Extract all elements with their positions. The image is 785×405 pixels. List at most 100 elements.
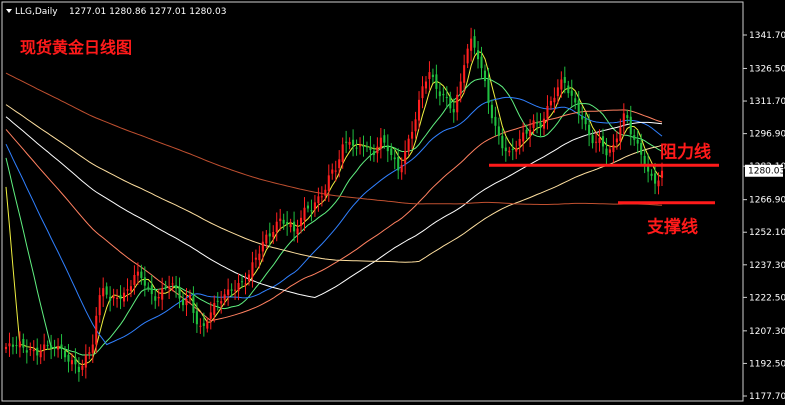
y-tick-label: 1177.70 — [749, 392, 785, 402]
candle-body — [293, 221, 296, 232]
candle-body — [81, 365, 84, 370]
candle-body — [567, 85, 570, 94]
candle-body — [372, 151, 375, 156]
candle-body — [279, 218, 282, 222]
candle-body — [626, 115, 629, 119]
candle-body — [619, 127, 622, 141]
candle-body — [50, 345, 53, 349]
candle-body — [265, 234, 268, 244]
candle-body — [84, 355, 87, 368]
candle-body — [209, 312, 212, 319]
candle-body — [636, 139, 639, 144]
candle-body — [640, 142, 643, 155]
candle-body — [515, 148, 518, 152]
candle-body — [553, 97, 556, 103]
candle-body — [473, 36, 476, 48]
candle-body — [258, 253, 261, 261]
candle-body — [522, 132, 525, 142]
candle-body — [435, 74, 438, 89]
candle-body — [449, 96, 452, 109]
candle-body — [612, 144, 615, 153]
resistance-label: 阻力线 — [660, 141, 711, 162]
y-tick-label: 1237.30 — [749, 261, 785, 271]
candle-body — [438, 91, 441, 97]
y-tick-label: 1296.90 — [749, 130, 785, 140]
candle-body — [549, 101, 552, 106]
candle-body — [376, 146, 379, 154]
candle-body — [428, 72, 431, 80]
candle-body — [126, 289, 129, 291]
candle-body — [615, 138, 618, 143]
candle-body — [29, 348, 32, 350]
candle-body — [560, 79, 563, 90]
candle-body — [334, 170, 337, 172]
y-tick-label: 1252.10 — [749, 228, 785, 238]
y-tick-label: 1222.50 — [749, 293, 785, 303]
candle-body — [605, 148, 608, 156]
candle-body — [483, 70, 487, 82]
candle-body — [414, 119, 417, 132]
candle-body — [206, 321, 209, 329]
candle-body — [365, 146, 369, 148]
candle-body — [77, 366, 80, 373]
candle-body — [654, 173, 657, 184]
candle-body — [608, 149, 611, 153]
candle-body — [202, 323, 205, 326]
candle-body — [383, 135, 386, 143]
current-price-tag: 1280.03 — [745, 164, 785, 177]
candle-body — [629, 116, 632, 135]
candle-body — [542, 118, 546, 129]
candle-body — [490, 104, 493, 119]
price-chart[interactable]: 1341.701326.501311.701296.901282.101266.… — [0, 0, 785, 405]
candle-body — [289, 224, 292, 228]
candle-body — [161, 288, 164, 300]
candle-body — [306, 205, 310, 209]
candle-body — [227, 289, 230, 295]
candle-body — [272, 231, 275, 238]
candle-body — [116, 297, 119, 299]
candle-body — [22, 338, 25, 348]
candle-body — [313, 202, 316, 210]
candle-body — [53, 347, 56, 349]
candle-body — [46, 345, 49, 347]
candle-body — [150, 285, 153, 295]
y-tick-label: 1266.90 — [749, 196, 785, 206]
candle-body — [286, 222, 289, 225]
candle-body — [404, 151, 407, 164]
candle-body — [421, 86, 424, 99]
candle-body — [25, 350, 28, 353]
candle-body — [119, 295, 122, 299]
candle-body — [532, 120, 535, 128]
candle-body — [556, 87, 559, 97]
candle-body — [324, 189, 327, 196]
candle-body — [445, 97, 448, 99]
candle-body — [220, 301, 223, 304]
candle-body — [39, 351, 42, 358]
support-label: 支撑线 — [647, 217, 698, 238]
candle-body — [358, 145, 362, 147]
candle-body — [480, 56, 483, 69]
symbol-label: LLG,Daily — [15, 7, 58, 17]
chart-title: 现货黄金日线图 — [20, 38, 132, 57]
ohlc-readout: 1277.01 1280.86 1277.01 1280.03 — [69, 7, 226, 17]
y-tick-label: 1326.50 — [749, 64, 785, 74]
candle-body — [595, 141, 598, 143]
candle-body — [577, 100, 580, 115]
candle-body — [424, 81, 428, 89]
candle-body — [199, 325, 202, 327]
candle-body — [352, 139, 355, 146]
candle-body — [63, 350, 67, 358]
candle-body — [188, 295, 191, 299]
candle-body — [341, 144, 344, 162]
candle-body — [452, 109, 455, 113]
candle-body — [390, 148, 393, 155]
candle-body — [213, 303, 216, 315]
candle-body — [247, 274, 251, 281]
candle-body — [74, 357, 77, 365]
candle-body — [598, 137, 601, 143]
candle-body — [67, 354, 70, 362]
candle-body — [477, 50, 480, 60]
candle-body — [501, 135, 504, 149]
candle-body — [310, 210, 313, 212]
candle-body — [466, 48, 469, 64]
